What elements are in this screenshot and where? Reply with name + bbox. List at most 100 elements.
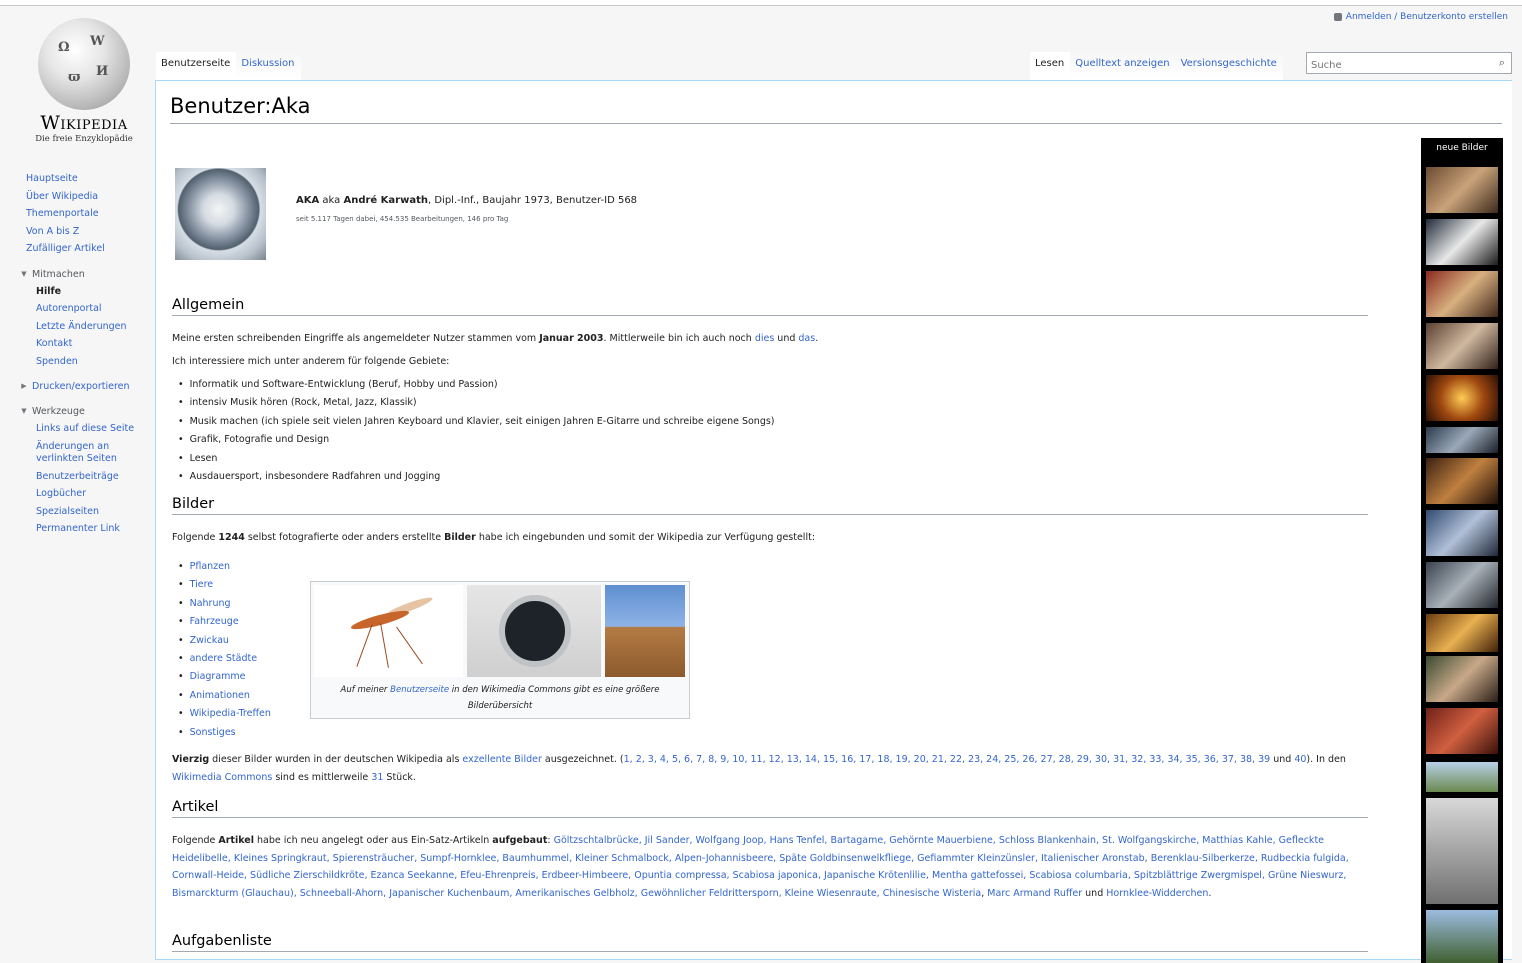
strip-thumbnail[interactable]: [1426, 910, 1498, 963]
list-item: andere Städte: [178, 650, 271, 668]
category-link[interactable]: Pflanzen: [190, 561, 230, 572]
sidebar-item-verlinkte-aenderungen[interactable]: Änderungen an verlinkten Seiten: [36, 438, 156, 468]
tab-diskussion[interactable]: Diskussion: [236, 52, 301, 80]
strip-thumbnail[interactable]: [1426, 798, 1498, 904]
category-link[interactable]: Zwickau: [190, 635, 229, 646]
sidebar-group-werkzeuge: ▼ Werkzeuge Links auf diese Seite Änderu…: [21, 403, 156, 538]
category-link[interactable]: Wikipedia-Treffen: [190, 708, 271, 719]
image-categories: Pflanzen Tiere Nahrung Fahrzeuge Zwickau…: [178, 558, 271, 742]
category-link[interactable]: Diagramme: [190, 671, 246, 682]
article-link[interactable]: Chinesische Wisteria: [883, 888, 982, 899]
strip-thumbnail[interactable]: [1426, 167, 1498, 213]
heading-allgemein: Allgemein: [172, 297, 1368, 316]
strip-thumbnail[interactable]: [1426, 323, 1498, 369]
sidebar-item-a-bis-z[interactable]: Von A bis Z: [26, 223, 156, 241]
strip-thumbnail[interactable]: [1426, 762, 1498, 792]
tab-quelltext[interactable]: Quelltext anzeigen: [1070, 52, 1176, 80]
user-stats: seit 5.117 Tagen dabei, 454.535 Bearbeit…: [296, 215, 509, 223]
strip-thumbnail[interactable]: [1426, 427, 1498, 453]
sidebar-item-permanenter-link[interactable]: Permanenter Link: [36, 520, 156, 538]
link-commons-count[interactable]: 31: [371, 772, 383, 783]
fly-leg: [396, 626, 423, 665]
chevron-right-icon: ▶: [21, 382, 27, 390]
list-item: intensiv Musik hören (Rock, Metal, Jazz,…: [178, 394, 775, 412]
category-link[interactable]: Tiere: [190, 579, 214, 590]
sidebar-item-letzte-aenderungen[interactable]: Letzte Änderungen: [36, 318, 156, 336]
strip-thumbnail[interactable]: [1426, 510, 1498, 556]
link-wikimedia-commons[interactable]: Wikimedia Commons: [172, 772, 272, 783]
glyph-piece: W: [90, 34, 105, 49]
user-photo[interactable]: [175, 168, 266, 260]
article-link[interactable]: Marc Armand Ruffer: [987, 888, 1082, 899]
globe-icon: Ω W И ϖ: [38, 18, 130, 110]
search-icon[interactable]: ⌕: [1499, 56, 1505, 70]
paragraph-allgemein-2: Ich interessiere mich unter anderem für …: [172, 356, 450, 367]
tab-benutzerseite[interactable]: Benutzerseite: [156, 52, 237, 80]
glyph-piece: ϖ: [68, 70, 81, 85]
strip-thumbnail[interactable]: [1426, 708, 1498, 754]
sidebar-item-hauptseite[interactable]: Hauptseite: [26, 170, 156, 188]
strip-thumbnail[interactable]: [1426, 375, 1498, 421]
sidebar-item-logbuecher[interactable]: Logbücher: [36, 485, 156, 503]
image-gallery: Auf meiner Benutzerseite in den Wikimedi…: [310, 581, 690, 719]
login-link[interactable]: Anmelden / Benutzerkonto erstellen: [1346, 12, 1508, 22]
category-link[interactable]: Sonstiges: [190, 727, 236, 738]
category-link[interactable]: andere Städte: [190, 653, 257, 664]
paragraph-excellent: Vierzig dieser Bilder wurden in der deut…: [172, 754, 1346, 783]
fly-leg: [356, 624, 373, 667]
category-link[interactable]: Fahrzeuge: [190, 616, 239, 627]
view-tabs: Lesen Quelltext anzeigen Versionsgeschic…: [1030, 52, 1283, 80]
sidebar-item-kontakt[interactable]: Kontakt: [36, 335, 156, 353]
gallery-image-building[interactable]: [605, 585, 685, 677]
sidebar-item-zufall[interactable]: Zufälliger Artikel: [26, 240, 156, 258]
paragraph-artikel: Folgende Artikel habe ich neu angelegt o…: [172, 835, 1349, 899]
tab-versionsgeschichte[interactable]: Versionsgeschichte: [1175, 52, 1283, 80]
strip-thumbnail[interactable]: [1426, 458, 1498, 504]
strip-title: neue Bilder: [1436, 143, 1488, 153]
sidebar-item-ueber[interactable]: Über Wikipedia: [26, 188, 156, 206]
user-intro: AKA aka André Karwath, Dipl.-Inf., Bauja…: [296, 195, 638, 223]
strip-thumbnail[interactable]: [1426, 614, 1498, 652]
gallery-image-fly[interactable]: [314, 585, 463, 677]
glyph-piece: Ω: [58, 40, 70, 55]
gallery-caption: Auf meiner Benutzerseite in den Wikimedi…: [340, 685, 660, 711]
category-link[interactable]: Animationen: [190, 690, 250, 701]
interests-list: Informatik und Software-Entwicklung (Ber…: [178, 376, 775, 486]
sidebar-item-beitraege[interactable]: Benutzerbeiträge: [36, 468, 156, 486]
heading-bilder: Bilder: [172, 496, 1368, 515]
group-toggle-werkzeuge[interactable]: ▼ Werkzeuge: [20, 403, 156, 420]
link-image-numbers[interactable]: 1, 2, 3, 4, 5, 6, 7, 8, 9, 10, 11, 12, 1…: [624, 754, 1255, 765]
sidebar-item-spenden[interactable]: Spenden: [36, 353, 156, 371]
wikipedia-logo[interactable]: Ω W И ϖ Wikipedia Die freie Enzyklopädie: [20, 18, 148, 148]
tab-lesen[interactable]: Lesen: [1030, 52, 1071, 80]
heading-artikel: Artikel: [172, 799, 1368, 818]
strip-thumbnail[interactable]: [1426, 656, 1498, 702]
strip-thumbnail[interactable]: [1426, 562, 1498, 608]
group-toggle-mitmachen[interactable]: ▼ Mitmachen: [20, 266, 156, 283]
link-image-39[interactable]: 39: [1258, 754, 1270, 765]
page-title: Benutzer:Aka: [170, 94, 311, 118]
strip-thumbnail[interactable]: [1426, 271, 1498, 317]
article-link[interactable]: Hornklee-Widderchen: [1106, 888, 1208, 899]
gallery-image-watch[interactable]: [467, 585, 601, 677]
sidebar-item-autorenportal[interactable]: Autorenportal: [36, 300, 156, 318]
sidebar-item-links-hier[interactable]: Links auf diese Seite: [36, 420, 156, 438]
link-exzellente-bilder[interactable]: exzellente Bilder: [462, 754, 541, 765]
list-item: Zwickau: [178, 632, 271, 650]
sidebar-group-drucken: ▶ Drucken/exportieren: [21, 378, 156, 395]
fly-leg: [380, 623, 389, 668]
sidebar-item-themenportale[interactable]: Themenportale: [26, 205, 156, 223]
article-links[interactable]: Göltzschtalbrücke, Jil Sander, Wolfgang …: [554, 835, 1244, 846]
fly-body: [349, 607, 411, 633]
link-commons-userpage[interactable]: Benutzerseite: [390, 685, 449, 695]
group-toggle-drucken[interactable]: ▶ Drucken/exportieren: [20, 378, 156, 395]
sidebar-item-spezialseiten[interactable]: Spezialseiten: [36, 503, 156, 521]
sidebar-item-hilfe[interactable]: Hilfe: [36, 283, 156, 301]
category-link[interactable]: Nahrung: [190, 598, 231, 609]
link-image-40[interactable]: 40: [1294, 754, 1306, 765]
personal-tools[interactable]: Anmelden / Benutzerkonto erstellen: [1333, 12, 1508, 22]
search-input[interactable]: [1307, 55, 1483, 76]
strip-thumbnail[interactable]: [1426, 219, 1498, 265]
link-dies[interactable]: dies: [755, 333, 774, 344]
link-das[interactable]: das: [798, 333, 815, 344]
